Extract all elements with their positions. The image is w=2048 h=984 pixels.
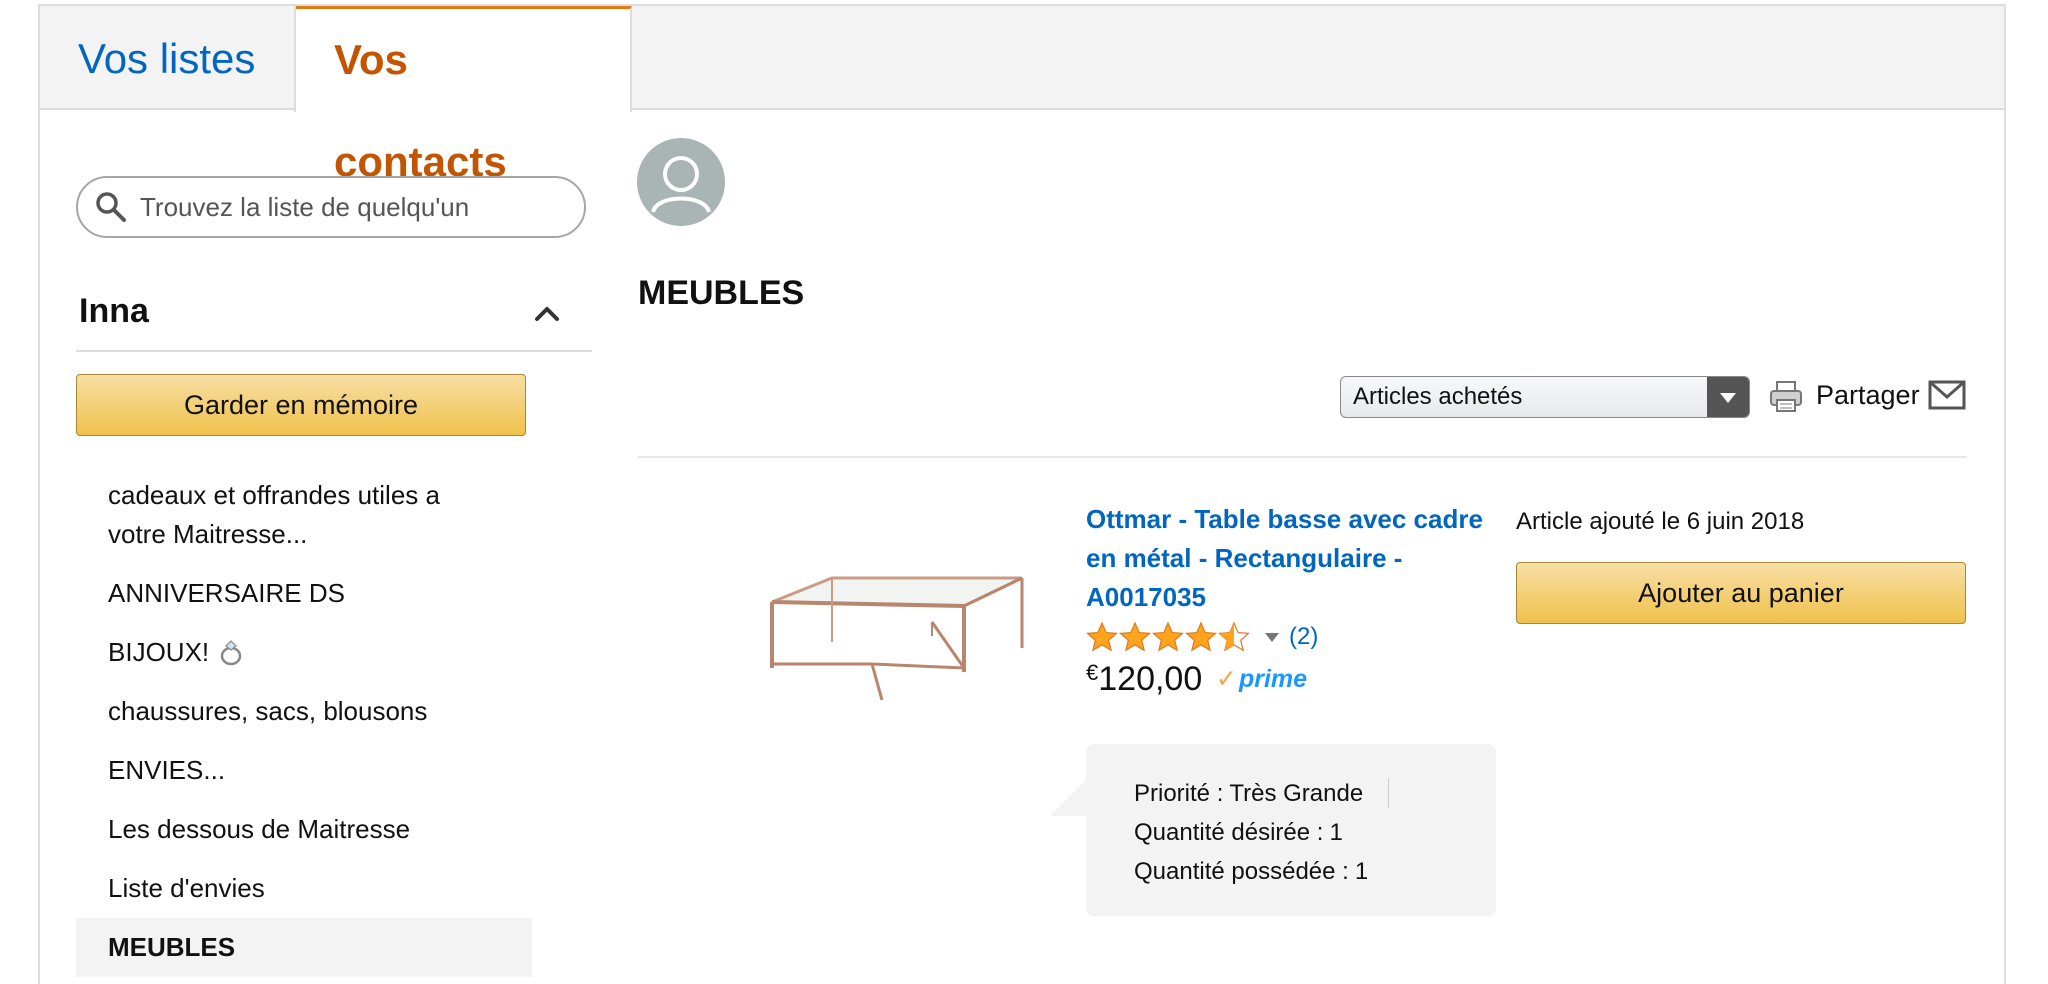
divider (1388, 778, 1389, 808)
list-owner-header: Inna (76, 270, 592, 352)
price: €120,00 (1086, 660, 1202, 699)
price-value: 120,00 (1098, 660, 1203, 698)
star-full-icon (1185, 621, 1217, 652)
star-full-icon (1152, 621, 1184, 652)
divider (638, 456, 1966, 458)
owner-lists: cadeaux et offrandes utiles a votre Mait… (76, 466, 532, 977)
tab-bar: Vos listes Vos contacts (40, 6, 2004, 185)
item-details-box: Priorité : Très Grande Quantité désirée :… (1086, 744, 1496, 916)
star-full-icon (1086, 621, 1118, 652)
review-count-link[interactable]: (2) (1289, 623, 1318, 651)
list-item[interactable]: Les dessous de Maitresse (76, 800, 532, 859)
mail-icon[interactable] (1928, 378, 1966, 412)
owned-quantity-label: Quantité possédée : (1134, 858, 1349, 885)
list-title: MEUBLES (638, 274, 805, 312)
owned-quantity-row: Quantité possédée :1 (1134, 858, 1368, 886)
list-item[interactable]: Liste d'envies (76, 859, 532, 918)
list-item[interactable]: BIJOUX! (76, 623, 532, 682)
owned-quantity-value: 1 (1354, 858, 1369, 885)
prime-label: prime (1238, 665, 1308, 693)
search-icon (96, 192, 126, 222)
search-box[interactable] (76, 176, 586, 238)
priority-value: Très Grande (1229, 780, 1364, 807)
chevron-up-icon[interactable] (532, 298, 562, 328)
filter-dropdown[interactable]: Articles achetés (1340, 376, 1750, 418)
list-item-label: BIJOUX! (108, 637, 210, 667)
desired-quantity-label: Quantité désirée : (1134, 819, 1324, 846)
prime-check-icon: ✓ (1216, 665, 1237, 693)
added-date: Article ajouté le 6 juin 2018 (1516, 508, 1805, 535)
list-item-active[interactable]: MEUBLES (76, 918, 532, 977)
priority-label: Priorité : (1134, 780, 1224, 807)
rating-stars[interactable]: (2) (1086, 620, 1318, 654)
user-icon (651, 156, 711, 213)
desired-quantity-row: Quantité désirée :1 (1134, 819, 1343, 847)
avatar (637, 138, 725, 226)
tab-vos-listes[interactable]: Vos listes (40, 6, 296, 112)
star-full-icon (1119, 621, 1151, 652)
chevron-down-icon[interactable] (1265, 632, 1279, 642)
prime-badge: ✓prime (1216, 664, 1307, 694)
product-image[interactable] (764, 560, 1034, 710)
list-item[interactable]: chaussures, sacs, blousons (76, 682, 532, 741)
desired-quantity-value: 1 (1329, 819, 1343, 846)
dropdown-arrow-icon (1707, 377, 1749, 417)
add-to-cart-button[interactable]: Ajouter au panier (1516, 562, 1966, 624)
owner-name: Inna (79, 292, 149, 330)
priority-row: Priorité : Très Grande (1134, 780, 1363, 808)
search-input[interactable] (138, 190, 578, 224)
print-icon[interactable] (1768, 378, 1804, 414)
list-item[interactable]: cadeaux et offrandes utiles a votre Mait… (76, 466, 532, 564)
star-half-icon (1218, 621, 1250, 652)
list-item[interactable]: ENVIES... (76, 741, 532, 800)
ring-icon (220, 640, 242, 666)
product-title-link[interactable]: Ottmar - Table basse avec cadre en métal… (1086, 500, 1506, 617)
currency-symbol: € (1086, 660, 1099, 685)
keep-in-memory-button[interactable]: Garder en mémoire (76, 374, 526, 436)
list-item[interactable]: ANNIVERSAIRE DS (76, 564, 532, 623)
share-label[interactable]: Partager (1816, 380, 1920, 411)
tab-vos-contacts[interactable]: Vos contacts (296, 6, 632, 185)
filter-selected-value: Articles achetés (1353, 383, 1523, 410)
